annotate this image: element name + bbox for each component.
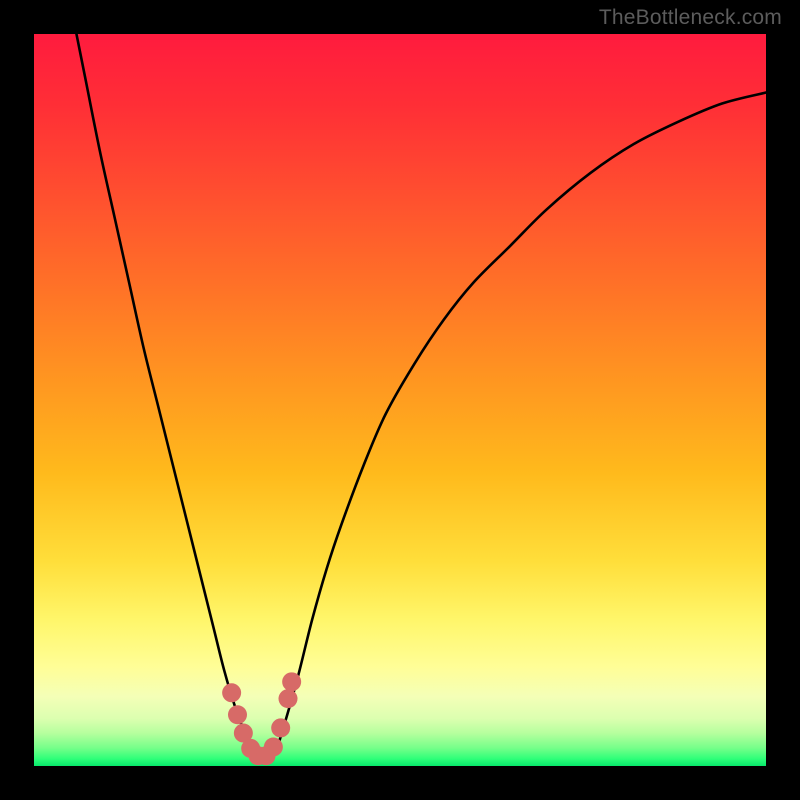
- data-marker: [271, 718, 290, 737]
- watermark-label: TheBottleneck.com: [599, 6, 782, 30]
- data-marker: [264, 737, 283, 756]
- data-marker: [228, 705, 247, 724]
- gradient-background: [34, 34, 766, 766]
- data-marker: [279, 689, 298, 708]
- chart-svg: [34, 34, 766, 766]
- data-marker: [222, 683, 241, 702]
- chart-plot-area: [34, 34, 766, 766]
- data-marker: [282, 672, 301, 691]
- outer-frame: TheBottleneck.com: [0, 0, 800, 800]
